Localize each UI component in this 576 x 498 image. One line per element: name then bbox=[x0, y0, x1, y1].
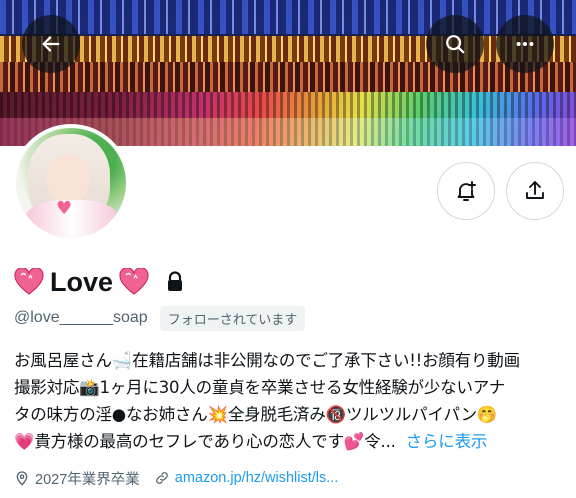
notifications-button[interactable] bbox=[437, 162, 495, 220]
share-icon bbox=[526, 181, 544, 199]
bio-line: 撮影対応📸1ヶ月に30人の童貞を卒業させる女性経験が少ないアナ bbox=[14, 378, 506, 397]
search-button[interactable] bbox=[426, 15, 484, 73]
bio-last-line: 💗貴方様の最高のセフレであり心の恋人です💕令... さらに表示 bbox=[14, 428, 566, 455]
handle: @love______soap bbox=[14, 309, 148, 326]
avatar[interactable]: ♥ bbox=[12, 124, 130, 242]
follows-you-badge: フォローされています bbox=[159, 305, 306, 331]
avatar-image: ♥ bbox=[16, 128, 126, 238]
show-more-link[interactable]: さらに表示 bbox=[406, 432, 488, 451]
link-icon bbox=[155, 472, 168, 484]
profile-meta: 2027年業界卒業 amazon.jp/hz/wishlist/ls... bbox=[14, 466, 338, 490]
share-button[interactable] bbox=[506, 162, 564, 220]
website-link[interactable]: amazon.jp/hz/wishlist/ls... bbox=[154, 470, 339, 486]
bio-line: タの味方の淫●なお姉さん💥全身脱毛済み🔞ツルツルパイパン🤭 bbox=[14, 405, 498, 424]
bio: お風呂屋さん🛁在籍店舗は非公開なのでご了承下さい!!お顔有り動画 撮影対応📸1ヶ… bbox=[14, 347, 566, 455]
heart-emoji-icon bbox=[119, 268, 149, 295]
lock-icon bbox=[168, 271, 183, 291]
bio-line: お風呂屋さん🛁在籍店舗は非公開なのでご了承下さい!!お顔有り動画 bbox=[14, 351, 520, 370]
search-icon bbox=[446, 35, 465, 54]
location: 2027年業界卒業 bbox=[14, 468, 140, 489]
more-button[interactable] bbox=[496, 15, 554, 73]
heart-emoji-icon bbox=[14, 268, 44, 295]
location-pin-icon bbox=[16, 471, 28, 486]
display-name-row: Love bbox=[14, 264, 185, 300]
arrow-left-icon bbox=[42, 36, 60, 52]
more-horizontal-icon bbox=[516, 41, 534, 47]
bio-line: 💗貴方様の最高のセフレであり心の恋人です💕令... bbox=[14, 432, 396, 451]
display-name: Love bbox=[50, 266, 114, 297]
location-text: 2027年業界卒業 bbox=[35, 471, 140, 488]
website-text[interactable]: amazon.jp/hz/wishlist/ls... bbox=[175, 470, 339, 486]
handle-row: @love______soap フォローされています bbox=[14, 305, 306, 331]
back-button[interactable] bbox=[22, 15, 80, 73]
bell-plus-icon bbox=[457, 181, 476, 201]
profile-page: ♥ Love @love______soap フォローされています お風呂屋さん… bbox=[0, 0, 576, 498]
profile-banner[interactable] bbox=[0, 0, 576, 146]
